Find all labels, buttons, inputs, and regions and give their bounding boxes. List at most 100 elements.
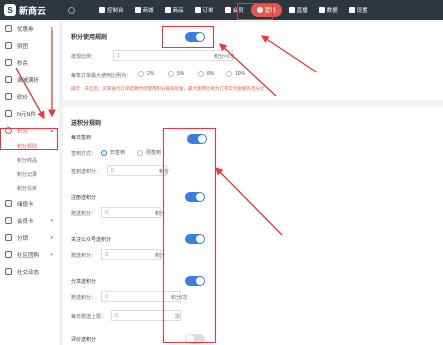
- option-label: 周签到: [146, 150, 162, 156]
- topnav-label: 商品: [172, 8, 184, 14]
- limit-option-10[interactable]: 10%: [226, 71, 245, 77]
- flash-sale-icon: [5, 59, 12, 66]
- sidebar-item-label: 储值卡: [17, 201, 34, 208]
- register-input[interactable]: 0: [101, 207, 161, 218]
- goods-icon: [164, 7, 171, 13]
- sidebar-item-label: 分销: [17, 235, 29, 242]
- checkin-mode-weekly[interactable]: 周签到: [137, 149, 161, 156]
- sidebar-item-items2-4[interactable]: 社交动态: [0, 263, 59, 280]
- share-label: 赠送积分：: [71, 295, 97, 301]
- register-value: 0: [105, 209, 108, 216]
- topnav-label: 数据: [326, 8, 338, 14]
- sidebar-item-items-1[interactable]: 拼团: [0, 37, 59, 54]
- annotation-box-points-menu: [0, 128, 58, 150]
- sidebar-item-items-3[interactable]: 满减满折: [0, 71, 59, 88]
- sidebar-item-label: 砍价: [17, 94, 29, 101]
- earn-section-title: 送积分规则: [71, 121, 102, 127]
- radio-dot: [226, 71, 232, 77]
- top-bar: S 新商云 控制台 商城 商品 订单 会员 营销 直播 数据 设置: [0, 0, 443, 20]
- main-content: 积分使用规则 抵现比例： 1 积分=1元 每笔订单最大使用比例为： 2% 5% …: [63, 22, 443, 345]
- logo-mark: S: [4, 4, 16, 16]
- chevron-icon: ▾: [50, 217, 53, 224]
- distribution-icon: [5, 234, 12, 241]
- checkin-reward-value: 0: [111, 167, 114, 174]
- refresh-icon[interactable]: [68, 6, 75, 14]
- sidebar-item-items-0[interactable]: 优惠券 ▾: [0, 20, 59, 37]
- sidebar-item-label: 社交动态: [17, 269, 40, 276]
- checkin-title: 每日签到: [71, 135, 92, 141]
- social-icon: [5, 268, 12, 275]
- topnav-label: 直播: [296, 8, 308, 14]
- checkin-mode-daily[interactable]: 日签到: [101, 149, 125, 156]
- follow-label: 赠送积分：: [71, 253, 97, 259]
- option-label: 2%: [147, 71, 155, 77]
- sidebar-item-label: 秒杀: [17, 60, 29, 67]
- stored-card-icon: [5, 200, 12, 207]
- topnav-label: 商城: [142, 8, 154, 14]
- bundle-icon: [5, 110, 12, 117]
- share-title: 分享送积分: [71, 279, 97, 285]
- topnav-item-6[interactable]: 直播: [285, 3, 312, 17]
- limit-option-8[interactable]: 8%: [198, 71, 214, 77]
- chevron-icon: ▾: [50, 234, 53, 241]
- topnav-item-1[interactable]: 商城: [131, 3, 158, 17]
- sidebar-item-items2-1[interactable]: 会员卡 ▾: [0, 212, 59, 229]
- radio-dot: [168, 71, 174, 77]
- sidebar: 优惠券 ▾ 拼团 秒杀 满减满折 砍价 N元N件 积分 ▴ 积分规则 积分商品 积分记录 积分兑奖 储值卡…: [0, 20, 60, 345]
- sidebar-item-label: 社区团购: [17, 252, 40, 259]
- sidebar-item-label: N元N件: [17, 111, 36, 118]
- limit-option-5[interactable]: 5%: [168, 71, 184, 77]
- topnav-item-3[interactable]: 订单: [191, 3, 218, 17]
- usage-section-title: 积分使用规则: [71, 35, 108, 41]
- option-label: 8%: [207, 71, 215, 77]
- option-label: 10%: [235, 71, 246, 77]
- register-title: 注册送积分: [71, 195, 97, 201]
- register-label: 赠送积分：: [71, 211, 97, 217]
- store-icon: [134, 7, 141, 13]
- sidebar-item-label: 满减满折: [17, 77, 40, 84]
- chevron-icon: ▾: [50, 25, 53, 32]
- chevron-icon: ▾: [50, 251, 53, 258]
- follow-input[interactable]: 0: [101, 249, 161, 260]
- sidebar-item-label: 拼团: [17, 43, 29, 50]
- group-buy-icon: [5, 42, 12, 49]
- topnav-label: 控制台: [107, 8, 124, 14]
- sidebar-item-items-4[interactable]: 砍价: [0, 88, 59, 105]
- limit-label: 每笔订单最大使用比例为：: [71, 73, 132, 79]
- share-limit-label: 每日赠送上限：: [71, 314, 107, 320]
- live-icon: [288, 7, 295, 13]
- sidebar-item-label: 会员卡: [17, 218, 34, 225]
- usage-hint: 提示：开启后，买家进行订单结算时可使用积分抵扣现金，最大使用比例为订单实付金额的…: [71, 86, 265, 91]
- discount-icon: [5, 76, 12, 83]
- topnav-item-8[interactable]: 设置: [345, 3, 372, 17]
- logo[interactable]: S 新商云: [0, 4, 60, 17]
- topnav-item-7[interactable]: 数据: [315, 3, 342, 17]
- sidebar-subitem-3[interactable]: 积分兑奖: [0, 181, 59, 195]
- radio-dot: [198, 71, 204, 77]
- checkin-reward-label: 签到送积分：: [71, 169, 102, 175]
- ratio-suffix: 积分=1元: [214, 54, 235, 60]
- checkin-reward-input[interactable]: 0: [107, 165, 167, 176]
- option-label: 5%: [177, 71, 185, 77]
- sidebar-item-items-2[interactable]: 秒杀: [0, 54, 59, 71]
- limit-option-2[interactable]: 2%: [138, 71, 154, 77]
- order-icon: [194, 7, 201, 13]
- review-title: 评价送积分: [71, 337, 97, 343]
- share-limit-value: 0: [115, 312, 118, 319]
- top-nav: 控制台 商城 商品 订单 会员 营销 直播 数据 设置: [95, 3, 375, 17]
- sidebar-item-items2-3[interactable]: 社区团购 ▾: [0, 246, 59, 263]
- section-divider: [63, 100, 443, 106]
- member-icon: [224, 7, 231, 13]
- sidebar-item-items2-0[interactable]: 储值卡: [0, 195, 59, 212]
- logo-text: 新商云: [19, 5, 47, 16]
- follow-title: 关注公众号送积分: [71, 237, 112, 243]
- sidebar-subitem-1[interactable]: 积分商品: [0, 153, 59, 167]
- sidebar-subitem-2[interactable]: 积分记录: [0, 167, 59, 181]
- topnav-item-2[interactable]: 商品: [161, 3, 188, 17]
- topnav-item-0[interactable]: 控制台: [95, 3, 128, 17]
- sidebar-item-items2-2[interactable]: 分销 ▾: [0, 229, 59, 246]
- settings-icon: [348, 7, 355, 13]
- community-icon: [5, 251, 12, 258]
- ratio-label: 抵现比例：: [71, 54, 97, 60]
- sidebar-item-items-5[interactable]: N元N件: [0, 105, 59, 122]
